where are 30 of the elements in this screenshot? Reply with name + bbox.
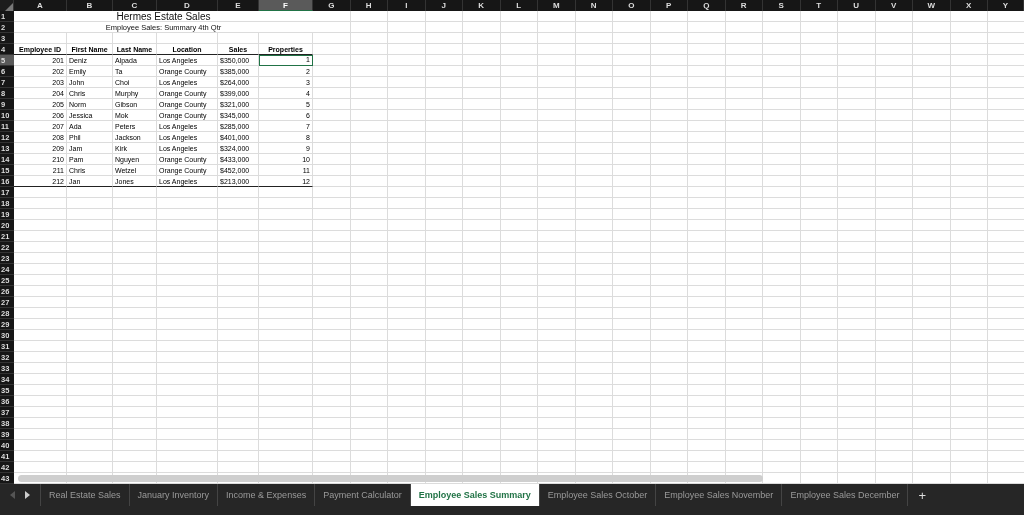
column-header[interactable]: A [14,0,67,11]
column-header[interactable]: I [388,0,426,11]
column-header[interactable]: N [575,0,613,11]
column-header[interactable]: S [763,0,801,11]
column-header[interactable]: F [259,0,313,11]
column-header[interactable]: U [838,0,876,11]
column-header[interactable]: H [350,0,388,11]
column-header[interactable]: J [425,0,463,11]
column-header[interactable]: L [500,0,538,11]
column-header[interactable]: Y [988,0,1024,11]
column-header[interactable]: E [218,0,259,11]
previous-sheet-icon[interactable] [9,490,17,500]
column-header[interactable]: P [650,0,688,11]
column-header[interactable]: K [463,0,501,11]
column-header[interactable]: X [950,0,988,11]
column-header[interactable]: O [613,0,651,11]
next-sheet-icon[interactable] [23,490,31,500]
column-header[interactable]: R [725,0,763,11]
horizontal-scrollbar[interactable] [18,475,763,482]
column-header[interactable]: T [800,0,838,11]
column-header[interactable]: M [538,0,576,11]
column-header[interactable]: C [113,0,157,11]
column-header[interactable]: G [313,0,351,11]
column-header[interactable]: V [875,0,913,11]
column-header[interactable]: W [913,0,951,11]
corner-triangle-icon [5,3,13,11]
sheet-tab[interactable]: Employee Sales Summary [410,484,540,506]
column-header[interactable]: D [157,0,218,11]
column-header[interactable]: Q [688,0,726,11]
column-header[interactable]: B [67,0,113,11]
